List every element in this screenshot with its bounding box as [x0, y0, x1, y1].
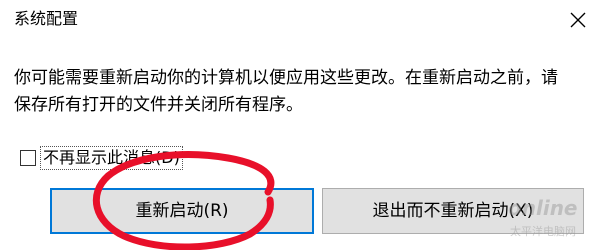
message-line-2: 保存所有打开的文件并关闭所有程序。	[14, 95, 303, 115]
window-title: 系统配置	[14, 9, 79, 28]
close-icon	[570, 12, 586, 28]
title-bar: 系统配置	[0, 0, 600, 40]
restart-message: 你可能需要重新启动你的计算机以便应用这些更改。在重新启动之前，请 保存所有打开的…	[14, 65, 590, 119]
dont-show-again-checkbox[interactable]	[20, 150, 36, 166]
dialog-body: 你可能需要重新启动你的计算机以便应用这些更改。在重新启动之前，请 保存所有打开的…	[0, 40, 600, 250]
system-config-dialog: 系统配置 你可能需要重新启动你的计算机以便应用这些更改。在重新启动之前，请 保存…	[0, 0, 600, 250]
exit-without-restart-button[interactable]: 退出而不重新启动(X)	[322, 188, 584, 234]
restart-button[interactable]: 重新启动(R)	[50, 188, 314, 234]
message-line-1: 你可能需要重新启动你的计算机以便应用这些更改。在重新启动之前，请	[14, 68, 558, 88]
dont-show-again-label[interactable]: 不再显示此消息(D)	[40, 146, 183, 170]
close-button[interactable]	[556, 2, 600, 38]
